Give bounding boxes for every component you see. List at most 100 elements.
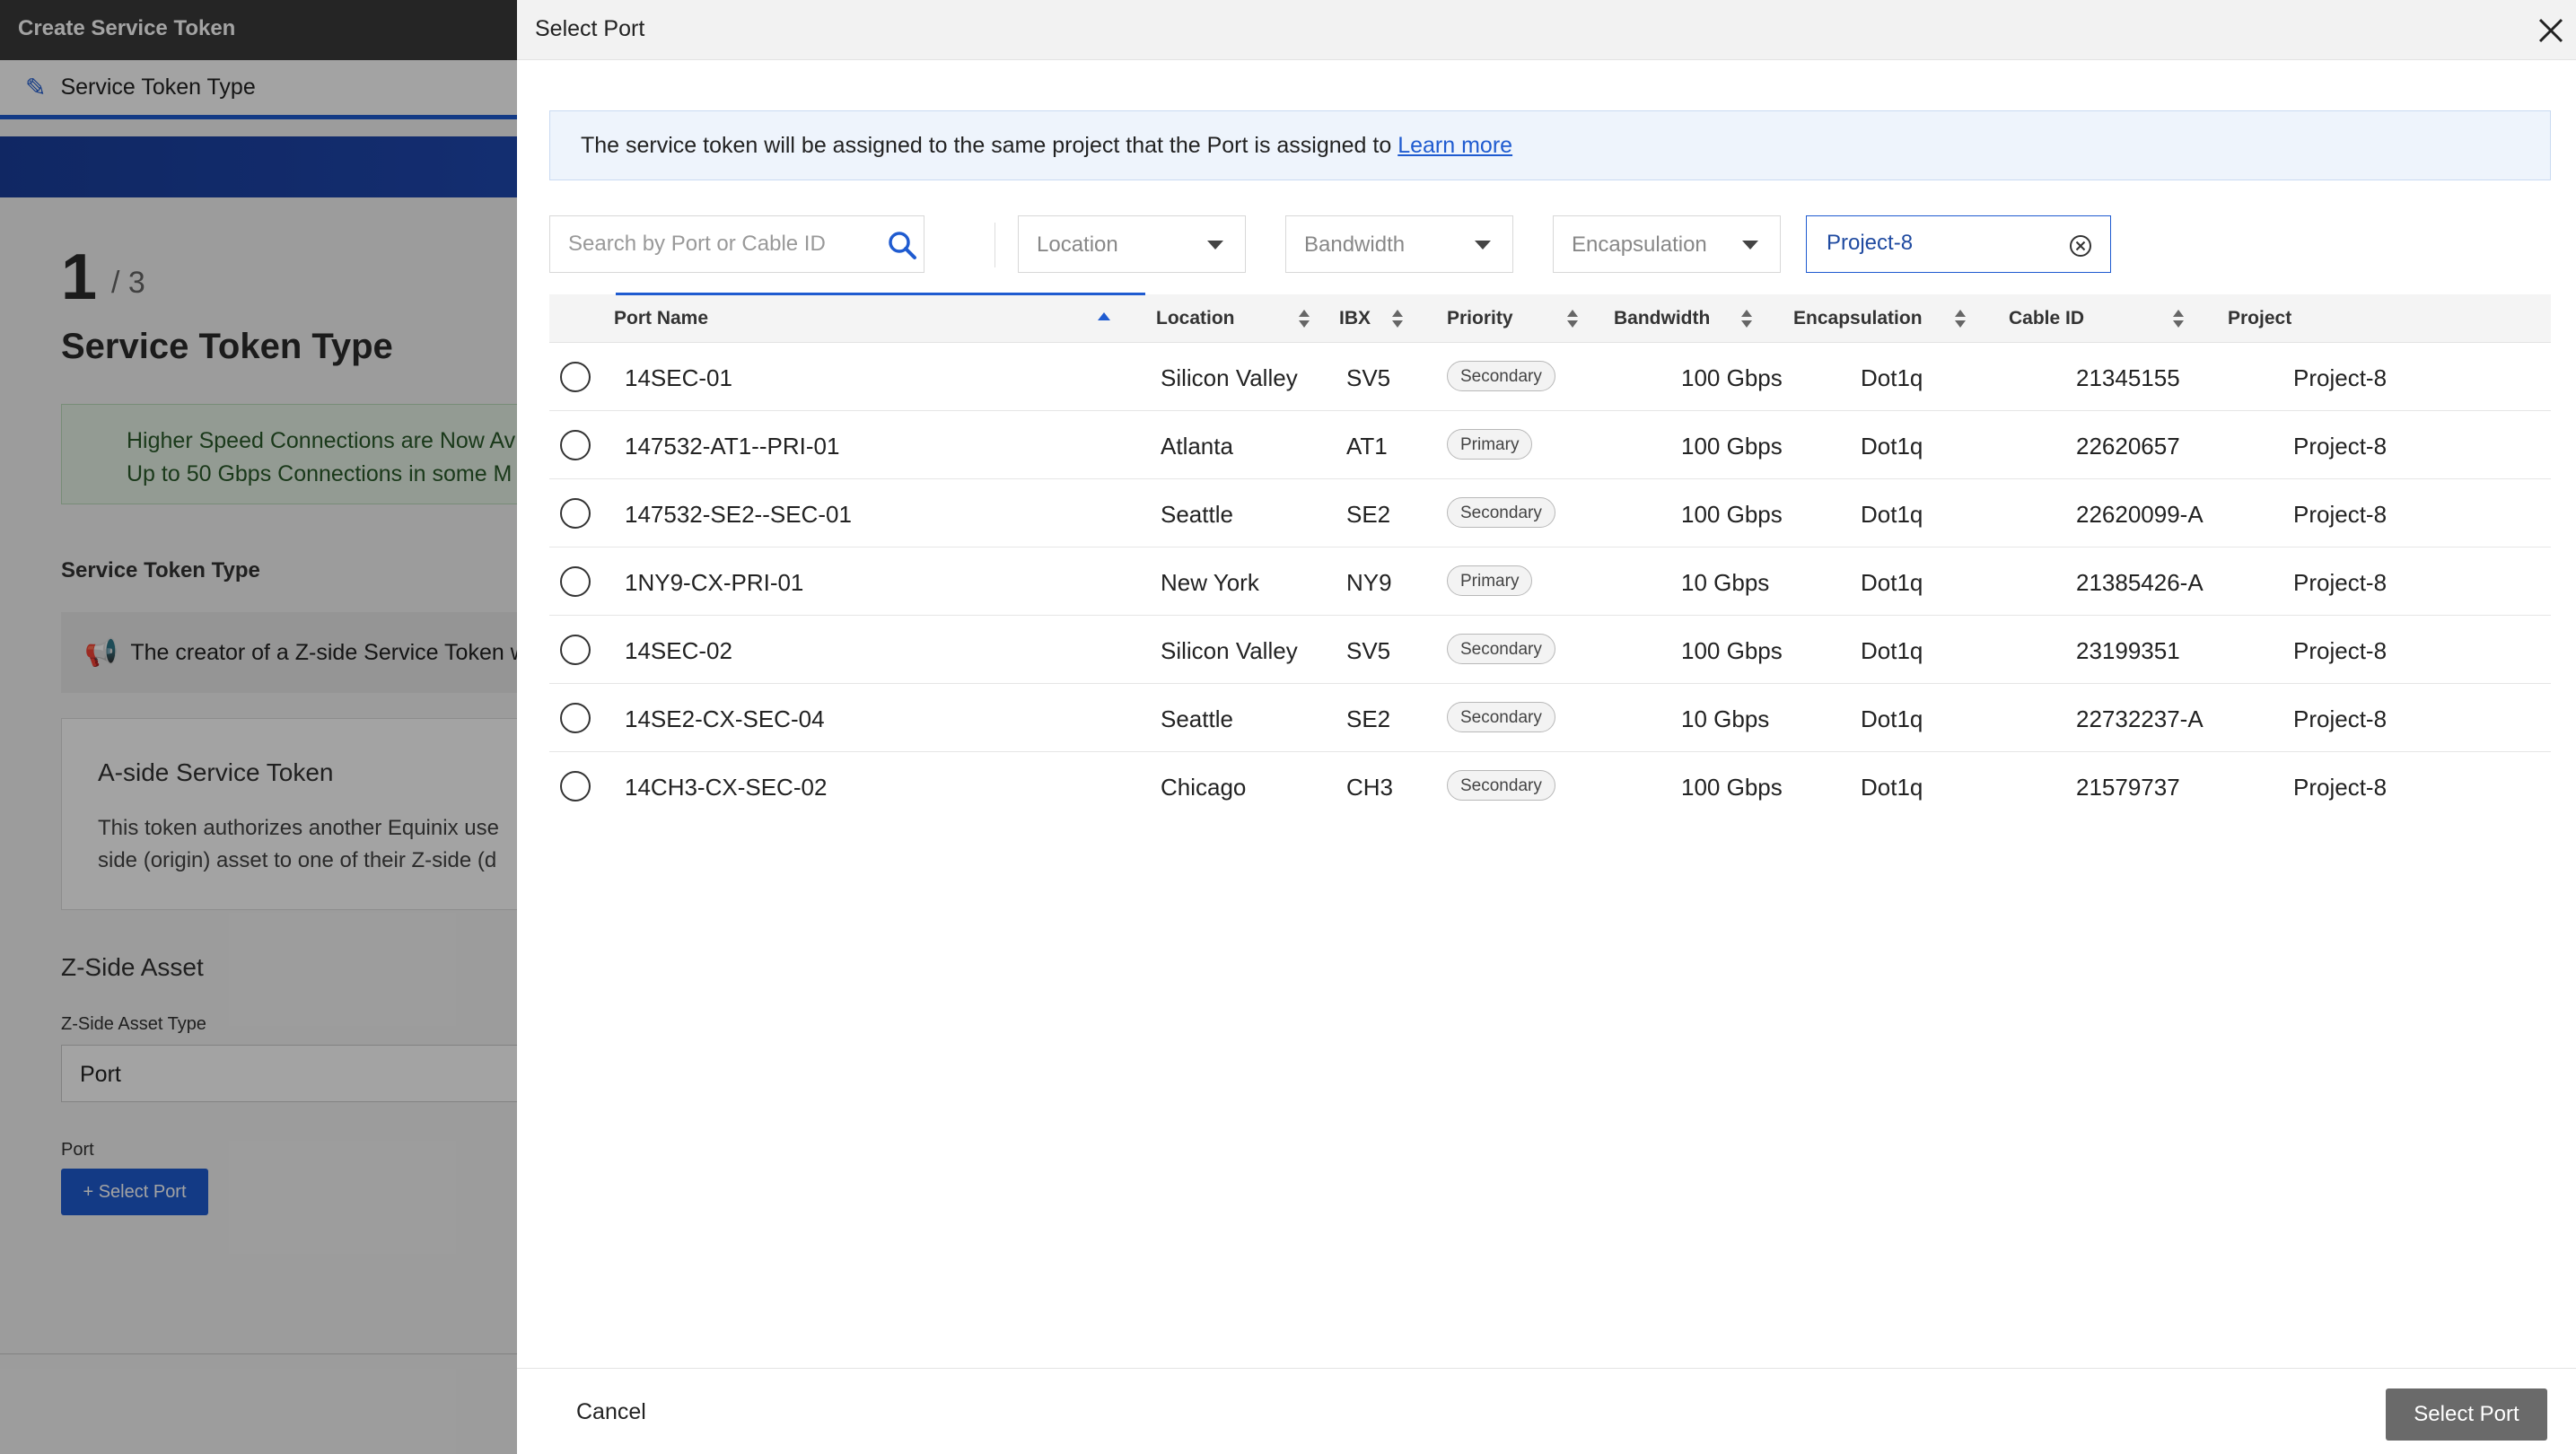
bandwidth-cell: 10 Gbps <box>1681 569 1770 596</box>
select-port-button[interactable]: Select Port <box>2386 1388 2547 1441</box>
sort-ascending-icon[interactable] <box>1097 307 1111 330</box>
sort-icon[interactable] <box>1390 307 1405 330</box>
cable-id-cell: 21385426-A <box>2076 569 2204 596</box>
project-filter[interactable]: Project-8 <box>1806 215 2111 273</box>
priority-badge: Secondary <box>1447 497 1555 528</box>
ibx-cell: SV5 <box>1346 637 1391 664</box>
port-name-cell: 1NY9-CX-PRI-01 <box>625 569 804 596</box>
priority-badge: Secondary <box>1447 634 1555 664</box>
encapsulation-cell: Dot1q <box>1861 569 1923 596</box>
port-name-cell: 147532-AT1--PRI-01 <box>625 433 840 460</box>
table-row[interactable]: 14SEC-01 Silicon Valley SV5 Secondary 10… <box>549 343 2551 411</box>
column-header-priority[interactable]: Priority <box>1447 308 1513 329</box>
divider <box>994 223 995 267</box>
project-filter-value: Project-8 <box>1827 231 1914 255</box>
column-header-bandwidth[interactable]: Bandwidth <box>1614 308 1710 329</box>
caret-down-icon <box>1475 241 1491 250</box>
column-header-port-name[interactable]: Port Name <box>614 308 708 329</box>
sort-icon[interactable] <box>2171 307 2186 330</box>
table-row[interactable]: 1NY9-CX-PRI-01 New York NY9 Primary 10 G… <box>549 547 2551 616</box>
cable-id-cell: 21345155 <box>2076 364 2180 391</box>
location-cell: Seattle <box>1161 501 1233 528</box>
encapsulation-cell: Dot1q <box>1861 501 1923 528</box>
row-radio[interactable] <box>560 771 591 801</box>
port-name-cell: 14SEC-01 <box>625 364 732 391</box>
ibx-cell: AT1 <box>1346 433 1388 460</box>
table-row[interactable]: 14SEC-02 Silicon Valley SV5 Secondary 10… <box>549 616 2551 684</box>
column-header-ibx[interactable]: IBX <box>1339 308 1371 329</box>
priority-badge: Secondary <box>1447 770 1555 801</box>
cable-id-cell: 23199351 <box>2076 637 2180 664</box>
modal-header: Select Port <box>517 0 2576 60</box>
close-icon[interactable] <box>2533 13 2569 48</box>
search-box <box>549 215 924 273</box>
bandwidth-dropdown[interactable]: Bandwidth <box>1285 215 1513 273</box>
search-icon[interactable] <box>886 229 918 261</box>
select-port-modal: Select Port The service token will be as… <box>517 0 2576 1454</box>
sort-icon[interactable] <box>1739 307 1754 330</box>
info-banner-text: The service token will be assigned to th… <box>581 133 1392 158</box>
column-header-cable-id[interactable]: Cable ID <box>2009 308 2084 329</box>
table-body: 14SEC-01 Silicon Valley SV5 Secondary 10… <box>549 343 2551 820</box>
port-name-cell: 14CH3-CX-SEC-02 <box>625 774 828 801</box>
sort-icon[interactable] <box>1953 307 1967 330</box>
port-table: Port Name Location IBX Priority Bandwidt… <box>549 293 2551 820</box>
column-header-location[interactable]: Location <box>1156 308 1235 329</box>
bandwidth-dropdown-label: Bandwidth <box>1304 232 1406 257</box>
modal-footer: Cancel Select Port <box>517 1368 2576 1454</box>
bandwidth-cell: 100 Gbps <box>1681 433 1783 460</box>
table-row[interactable]: 14SE2-CX-SEC-04 Seattle SE2 Secondary 10… <box>549 684 2551 752</box>
row-radio[interactable] <box>560 430 591 460</box>
sort-icon[interactable] <box>1297 307 1311 330</box>
port-name-cell: 14SE2-CX-SEC-04 <box>625 705 825 732</box>
table-row[interactable]: 147532-SE2--SEC-01 Seattle SE2 Secondary… <box>549 479 2551 547</box>
project-cell: Project-8 <box>2293 433 2388 460</box>
sort-icon[interactable] <box>1565 307 1580 330</box>
caret-down-icon <box>1207 241 1223 250</box>
row-radio[interactable] <box>560 362 591 392</box>
active-sort-indicator <box>616 293 1145 295</box>
encapsulation-cell: Dot1q <box>1861 705 1923 732</box>
bandwidth-cell: 100 Gbps <box>1681 364 1783 391</box>
cable-id-cell: 22620657 <box>2076 433 2180 460</box>
table-row[interactable]: 14CH3-CX-SEC-02 Chicago CH3 Secondary 10… <box>549 752 2551 820</box>
encapsulation-dropdown[interactable]: Encapsulation <box>1553 215 1781 273</box>
bandwidth-cell: 100 Gbps <box>1681 637 1783 664</box>
encapsulation-cell: Dot1q <box>1861 364 1923 391</box>
encapsulation-dropdown-label: Encapsulation <box>1572 232 1707 257</box>
clear-circle-icon[interactable] <box>2067 232 2094 259</box>
priority-badge: Secondary <box>1447 361 1555 391</box>
project-cell: Project-8 <box>2293 364 2388 391</box>
location-dropdown-label: Location <box>1037 232 1118 257</box>
learn-more-link[interactable]: Learn more <box>1398 133 1512 158</box>
project-cell: Project-8 <box>2293 774 2388 801</box>
ibx-cell: SE2 <box>1346 501 1391 528</box>
row-radio[interactable] <box>560 566 591 597</box>
caret-down-icon <box>1742 241 1758 250</box>
location-cell: Atlanta <box>1161 433 1233 460</box>
table-row[interactable]: 147532-AT1--PRI-01 Atlanta AT1 Primary 1… <box>549 411 2551 479</box>
location-cell: Seattle <box>1161 705 1233 732</box>
ibx-cell: NY9 <box>1346 569 1392 596</box>
column-header-project: Project <box>2228 308 2292 328</box>
cancel-button[interactable]: Cancel <box>553 1388 670 1435</box>
row-radio[interactable] <box>560 703 591 733</box>
encapsulation-cell: Dot1q <box>1861 433 1923 460</box>
priority-badge: Secondary <box>1447 702 1555 732</box>
table-header: Port Name Location IBX Priority Bandwidt… <box>549 293 2551 343</box>
row-radio[interactable] <box>560 498 591 529</box>
priority-badge: Primary <box>1447 565 1533 596</box>
bandwidth-cell: 100 Gbps <box>1681 774 1783 801</box>
search-input[interactable] <box>568 231 891 258</box>
project-cell: Project-8 <box>2293 501 2388 528</box>
ibx-cell: SE2 <box>1346 705 1391 732</box>
cable-id-cell: 22620099-A <box>2076 501 2204 528</box>
port-name-cell: 14SEC-02 <box>625 637 732 664</box>
row-radio[interactable] <box>560 635 591 665</box>
location-cell: Chicago <box>1161 774 1247 801</box>
column-header-encapsulation[interactable]: Encapsulation <box>1793 308 1923 329</box>
bandwidth-cell: 100 Gbps <box>1681 501 1783 528</box>
ibx-cell: CH3 <box>1346 774 1394 801</box>
location-dropdown[interactable]: Location <box>1018 215 1246 273</box>
cable-id-cell: 21579737 <box>2076 774 2180 801</box>
